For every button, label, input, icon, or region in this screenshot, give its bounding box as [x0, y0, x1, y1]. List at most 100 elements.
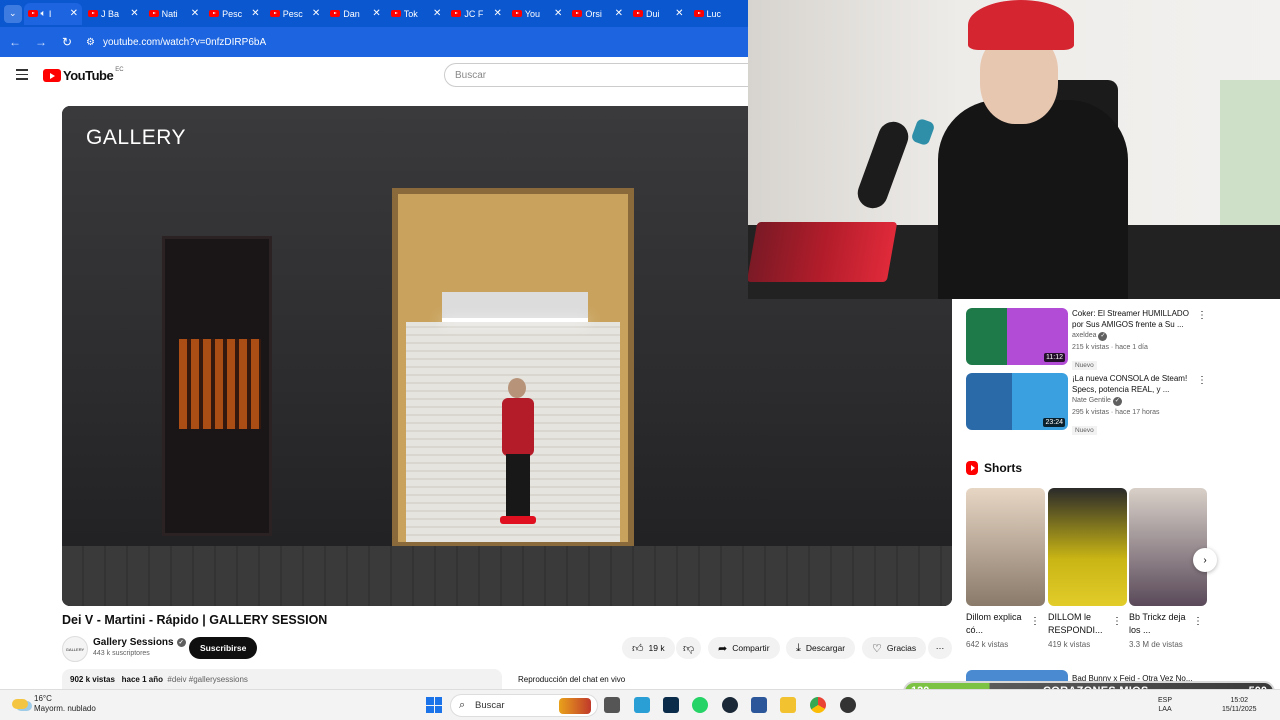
chat-replay-header[interactable]: Reproducción del chat en vivo	[510, 669, 952, 689]
download-button[interactable]: ⤓ Descargar	[786, 637, 856, 659]
weather-icon	[12, 699, 28, 709]
thanks-icon: ♡	[872, 642, 882, 655]
youtube-favicon-icon	[209, 10, 220, 17]
tab-title: Luc	[706, 8, 722, 19]
close-icon[interactable]: ✕	[615, 8, 623, 19]
share-button[interactable]: ➦ Compartir	[708, 637, 780, 659]
close-icon[interactable]: ✕	[675, 8, 683, 19]
browser-tab[interactable]: Pesc ✕	[205, 3, 264, 25]
browser-tab[interactable]: J Ba ✕	[84, 3, 143, 25]
short-thumbnail[interactable]	[966, 488, 1045, 606]
photoshop-icon[interactable]	[663, 697, 679, 713]
shorts-next-button[interactable]: ›	[1193, 548, 1217, 572]
youtube-favicon-icon	[330, 10, 341, 17]
search-input[interactable]: Buscar	[444, 63, 748, 87]
language-indicator[interactable]: ESP LAA	[1158, 696, 1172, 714]
browser-tab[interactable]: Dan ✕	[326, 3, 385, 25]
video-doorway	[162, 236, 272, 536]
channel-row: GALLERY Gallery Sessions ✓ 443 k suscrip…	[62, 634, 952, 662]
thanks-button[interactable]: ♡ Gracias	[862, 637, 927, 659]
channel-avatar[interactable]: GALLERY	[62, 636, 88, 662]
chevron-right-icon: ›	[1203, 554, 1207, 566]
more-actions-button[interactable]: ⋯	[928, 637, 952, 659]
short-views: 3.3 M de vistas	[1129, 640, 1183, 649]
browser-tab-active[interactable]: 🔈︎ I ✕	[23, 2, 83, 25]
recommendation-title[interactable]: Coker: El Streamer HUMILLADO por Sus AMI…	[1072, 308, 1196, 330]
weather-widget[interactable]: 16°C Mayorm. nublado	[12, 694, 96, 714]
like-button[interactable]: 👍︎ 19 k	[622, 637, 675, 659]
short-thumbnail[interactable]	[1129, 488, 1207, 606]
obs-icon[interactable]	[840, 697, 856, 713]
like-count: 19 k	[648, 643, 665, 653]
menu-icon[interactable]	[16, 69, 28, 83]
short-thumbnail[interactable]	[1048, 488, 1127, 606]
back-icon[interactable]: ←	[8, 35, 22, 49]
close-icon[interactable]: ✕	[251, 8, 259, 19]
dislike-button[interactable]: 👎︎	[676, 637, 702, 659]
channel-name[interactable]: Gallery Sessions	[93, 637, 174, 648]
tab-title: Dan	[343, 8, 360, 19]
browser-tab[interactable]: JC F ✕	[447, 3, 506, 25]
tab-search-icon[interactable]: ⌄	[4, 4, 22, 23]
site-info-icon[interactable]: ⚙	[86, 37, 95, 48]
close-icon[interactable]: ✕	[493, 8, 501, 19]
browser-tab[interactable]: Tok ✕	[387, 3, 446, 25]
clock[interactable]: 15:02 15/11/2025	[1222, 696, 1257, 714]
notepad-icon[interactable]	[634, 697, 650, 713]
browser-tab[interactable]: Pesc ✕	[266, 3, 325, 25]
steam-icon[interactable]	[722, 697, 738, 713]
recommendation-title[interactable]: ¡La nueva CONSOLA de Steam! Specs, poten…	[1072, 373, 1196, 395]
browser-tab[interactable]: You ✕	[508, 3, 567, 25]
close-icon[interactable]: ✕	[372, 8, 380, 19]
browser-tab[interactable]: Nati ✕	[145, 3, 204, 25]
youtube-logo[interactable]: YouTube EC	[43, 67, 124, 83]
video-ground	[62, 546, 952, 606]
hashtags[interactable]: #deiv #gallerysessions	[167, 675, 248, 684]
more-vert-icon[interactable]: ⋮	[1197, 310, 1207, 321]
short-title[interactable]: DILLOM le RESPONDI...	[1048, 611, 1110, 637]
close-icon[interactable]: ✕	[433, 8, 441, 19]
video-thumbnail[interactable]: 11:12	[966, 308, 1068, 365]
more-vert-icon[interactable]: ⋮	[1112, 616, 1122, 627]
close-icon[interactable]: ✕	[554, 8, 562, 19]
new-badge: Nuevo	[1072, 361, 1097, 370]
word-icon[interactable]	[751, 697, 767, 713]
recommendation-channel[interactable]: axeldea ✓	[1072, 330, 1196, 342]
audio-icon[interactable]: 🔈︎	[41, 8, 46, 19]
video-title: Dei V - Martini - Rápido | GALLERY SESSI…	[62, 613, 328, 627]
close-icon[interactable]: ✕	[312, 8, 320, 19]
reload-icon[interactable]: ↻	[60, 35, 74, 49]
download-icon: ⤓	[796, 641, 801, 654]
close-icon[interactable]: ✕	[70, 8, 78, 19]
recommendation-item[interactable]: 23:24 ¡La nueva CONSOLA de Steam! Specs,…	[966, 373, 1211, 435]
more-vert-icon[interactable]: ⋮	[1193, 616, 1203, 627]
tab-title: Orsi	[585, 8, 602, 19]
browser-tab[interactable]: Orsi ✕	[568, 3, 627, 25]
short-title[interactable]: Dillom explica có...	[966, 611, 1028, 637]
forward-icon[interactable]: →	[34, 35, 48, 49]
video-thumbnail[interactable]: 23:24	[966, 373, 1068, 430]
whatsapp-icon[interactable]	[692, 697, 708, 713]
short-title[interactable]: Bb Trickz deja los ...	[1129, 611, 1191, 637]
clock-date: 15/11/2025	[1222, 706, 1257, 713]
browser-tab[interactable]: Dui ✕	[629, 3, 688, 25]
youtube-favicon-icon	[511, 10, 522, 17]
start-icon[interactable]	[426, 697, 442, 713]
more-vert-icon[interactable]: ⋮	[1030, 616, 1040, 627]
more-vert-icon[interactable]: ⋮	[1197, 375, 1207, 386]
close-icon[interactable]: ✕	[130, 8, 138, 19]
tab-title: You	[524, 8, 541, 19]
subscribe-button[interactable]: Suscribirse	[189, 637, 258, 659]
file-explorer-icon[interactable]	[780, 697, 796, 713]
address-bar[interactable]: ⚙ youtube.com/watch?v=0nfzDIRP6bA	[86, 37, 266, 48]
recommendation-item[interactable]: 11:12 Coker: El Streamer HUMILLADO por S…	[966, 308, 1211, 370]
browser-tab[interactable]: Luc	[690, 3, 749, 25]
youtube-favicon-icon	[572, 10, 583, 17]
taskbar-search[interactable]: ⌕ Buscar	[450, 694, 598, 717]
close-icon[interactable]: ✕	[191, 8, 199, 19]
task-view-icon[interactable]	[604, 697, 620, 713]
recommendation-channel[interactable]: Nate Gentile ✓	[1072, 395, 1196, 407]
description-box[interactable]: 902 k vistas hace 1 año #deiv #galleryse…	[62, 669, 502, 689]
channel-name-row[interactable]: Gallery Sessions ✓	[93, 637, 186, 648]
chrome-icon[interactable]	[810, 697, 826, 713]
